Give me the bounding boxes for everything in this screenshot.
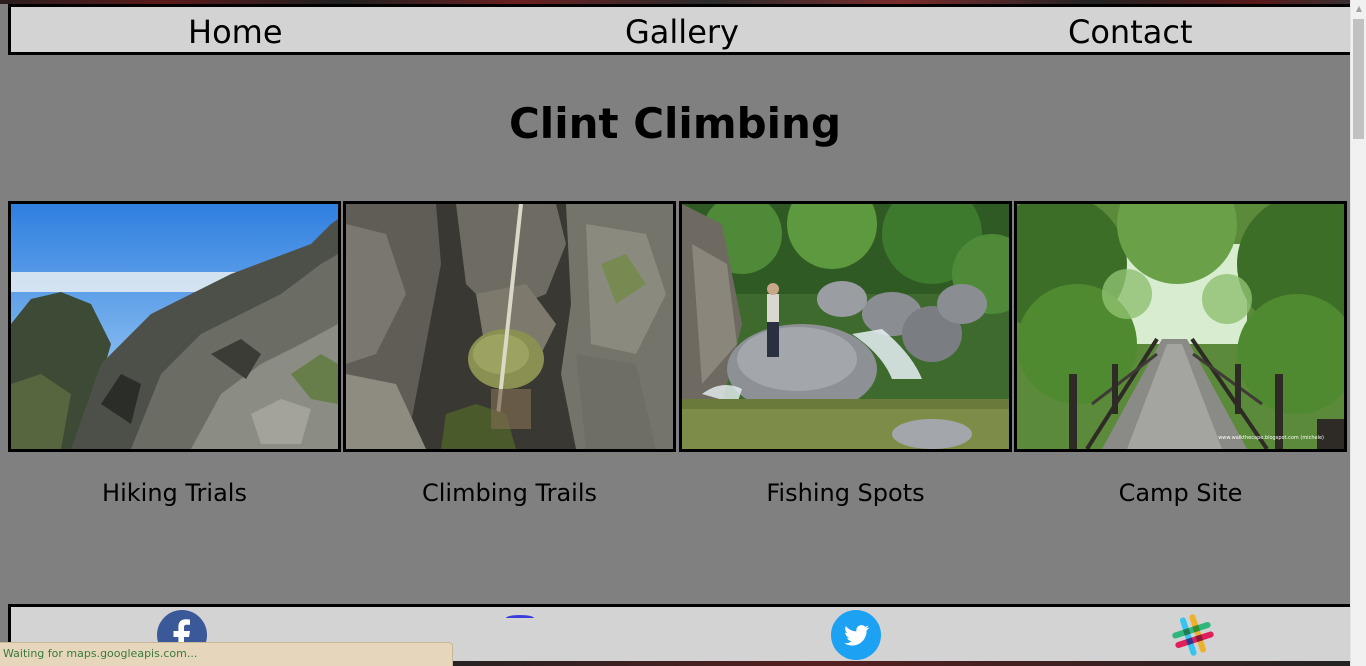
page-scrollbar[interactable]: ▲ [1350, 0, 1366, 666]
scroll-thumb[interactable] [1353, 19, 1364, 139]
photo-watermark: www.walkthecape.blogspot.com (michele) [1218, 435, 1324, 441]
nav-home-link[interactable]: Home [188, 12, 283, 52]
river-boulders-photo[interactable] [679, 201, 1012, 452]
twitter-icon[interactable] [831, 610, 881, 660]
top-nav: Home Gallery Contact [8, 4, 1350, 55]
page-title: Clint Climbing [508, 99, 842, 148]
gallery-card-fishing: Fishing Spots [679, 201, 1012, 507]
forest-boardwalk-photo[interactable]: www.walkthecape.blogspot.com (michele) [1014, 201, 1347, 452]
gallery-card-hiking: Hiking Trials [8, 201, 341, 507]
rock-gorge-photo[interactable] [343, 201, 676, 452]
scroll-up-icon[interactable]: ▲ [1351, 0, 1366, 17]
mountain-cliff-photo[interactable] [8, 201, 341, 452]
nav-gallery-link[interactable]: Gallery [625, 12, 739, 52]
card-label-climbing: Climbing Trails [422, 479, 597, 507]
card-label-camp: Camp Site [1118, 479, 1243, 507]
gallery-card-climbing: Climbing Trails [343, 201, 676, 507]
status-bubble: Waiting for maps.googleapis.com... [0, 642, 453, 666]
maps-icon[interactable] [495, 608, 545, 618]
card-label-fishing: Fishing Spots [766, 479, 925, 507]
card-label-hiking: Hiking Trials [102, 479, 247, 507]
nav-contact-link[interactable]: Contact [1068, 12, 1193, 52]
slack-icon[interactable] [1168, 610, 1218, 660]
gallery-card-camp: www.walkthecape.blogspot.com (michele) C… [1014, 201, 1347, 507]
